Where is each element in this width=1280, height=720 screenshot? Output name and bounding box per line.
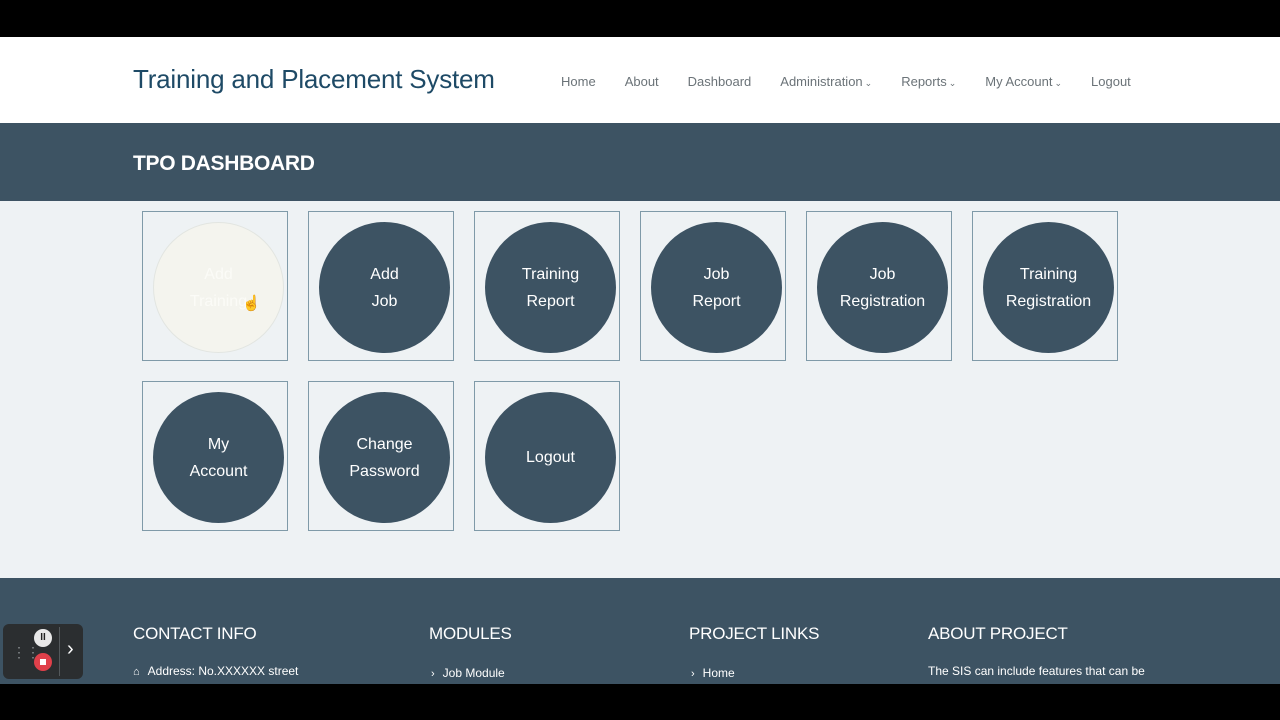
nav-reports-label: Reports: [901, 74, 947, 89]
tile-label-line: Account: [189, 462, 248, 480]
tile-label-line: Change: [356, 435, 413, 453]
hand-pointer-icon: ☝: [242, 295, 261, 312]
tile-label-line: Training: [189, 292, 248, 310]
footer-about-heading: ABOUT PROJECT: [928, 624, 1068, 643]
home-icon: ⌂: [133, 666, 140, 678]
footer-link-label: Home: [702, 666, 735, 680]
site-header: Training and Placement System Home About…: [0, 37, 1280, 124]
page-banner: TPO DASHBOARD: [0, 123, 1280, 201]
tile-job-registration[interactable]: Job Registration: [806, 211, 952, 361]
tile-label-line: Add: [204, 265, 233, 283]
tile-label-line: Job: [703, 265, 730, 283]
tile-label-line: Job: [869, 265, 896, 283]
logout-button[interactable]: Logout: [485, 392, 616, 523]
chevron-right-icon[interactable]: ›: [67, 638, 74, 661]
footer-modules: MODULES › Job Module: [429, 624, 512, 680]
training-report-button[interactable]: Training Report: [485, 222, 616, 353]
site-footer: CONTACT INFO ⌂ Address: No.XXXXXX street …: [0, 578, 1280, 684]
nav-my-account[interactable]: My Account ⌄: [985, 74, 1062, 89]
nav-logout-label: Logout: [1091, 74, 1131, 89]
change-password-button[interactable]: Change Password: [319, 392, 450, 523]
footer-links: PROJECT LINKS › Home: [689, 624, 819, 680]
site-title[interactable]: Training and Placement System: [133, 64, 495, 95]
chevron-right-icon: ›: [691, 668, 695, 680]
training-registration-button[interactable]: Training Registration: [983, 222, 1114, 353]
screen-recorder-widget: ⋮⋮ II ›: [3, 624, 83, 679]
footer-about: ABOUT PROJECT The SIS can include featur…: [928, 624, 1145, 678]
footer-link-job-module[interactable]: › Job Module: [429, 666, 512, 680]
tile-label-line: Logout: [526, 449, 575, 466]
tile-label-line: Report: [526, 292, 575, 310]
tile-label-line: Registration: [1005, 292, 1092, 310]
tile-label-line: Training: [1019, 265, 1078, 283]
nav-administration-label: Administration: [780, 74, 863, 89]
tile-job-report[interactable]: Job Report: [640, 211, 786, 361]
footer-contact: CONTACT INFO ⌂ Address: No.XXXXXX street: [133, 624, 298, 678]
add-training-button[interactable]: Add Training: [153, 222, 284, 353]
nav-logout[interactable]: Logout: [1091, 74, 1131, 89]
tile-training-report[interactable]: Training Report: [474, 211, 620, 361]
pause-icon[interactable]: II: [34, 629, 52, 647]
nav-administration[interactable]: Administration ⌄: [780, 74, 872, 89]
footer-links-heading: PROJECT LINKS: [689, 624, 820, 643]
tile-add-training[interactable]: Add Training: [142, 211, 288, 361]
footer-address: ⌂ Address: No.XXXXXX street: [133, 664, 298, 678]
footer-link-label: Job Module: [442, 666, 505, 680]
nav-about[interactable]: About: [625, 74, 659, 89]
footer-about-text: The SIS can include features that can be: [928, 664, 1145, 678]
browser-page: Training and Placement System Home About…: [0, 37, 1280, 684]
tile-logout[interactable]: Logout: [474, 381, 620, 531]
job-registration-button[interactable]: Job Registration: [817, 222, 948, 353]
footer-contact-heading: CONTACT INFO: [133, 624, 257, 643]
nav-home-label: Home: [561, 74, 596, 89]
tile-label-line: Training: [521, 265, 580, 283]
tile-label-line: Report: [692, 292, 741, 310]
nav-about-label: About: [624, 74, 659, 89]
footer-modules-heading: MODULES: [429, 624, 512, 643]
nav-my-account-label: My Account: [985, 74, 1053, 89]
chevron-down-icon: ⌄: [1054, 78, 1063, 88]
tile-change-password[interactable]: Change Password: [308, 381, 454, 531]
tile-my-account[interactable]: My Account: [142, 381, 288, 531]
job-report-button[interactable]: Job Report: [651, 222, 782, 353]
tile-label-line: My: [207, 435, 230, 453]
nav-reports[interactable]: Reports ⌄: [901, 74, 956, 89]
tile-label-line: Password: [349, 462, 420, 480]
divider: [59, 627, 60, 676]
tile-label-line: Registration: [839, 292, 926, 310]
stop-icon[interactable]: [34, 653, 52, 671]
nav-home[interactable]: Home: [561, 74, 596, 89]
nav-dashboard[interactable]: Dashboard: [688, 74, 752, 89]
tile-label-line: Add: [370, 265, 399, 283]
main-nav: Home About Dashboard Administration ⌄ Rep…: [561, 74, 1160, 89]
page-title: TPO DASHBOARD: [133, 152, 315, 175]
nav-dashboard-label: Dashboard: [687, 74, 752, 89]
chevron-down-icon: ⌄: [948, 78, 957, 88]
my-account-button[interactable]: My Account: [153, 392, 284, 523]
footer-address-text: Address: No.XXXXXX street: [147, 664, 299, 678]
tile-label-line: Job: [371, 292, 398, 310]
tile-training-registration[interactable]: Training Registration: [972, 211, 1118, 361]
add-job-button[interactable]: Add Job: [319, 222, 450, 353]
tile-add-job[interactable]: Add Job: [308, 211, 454, 361]
chevron-down-icon: ⌄: [864, 78, 873, 88]
footer-link-home[interactable]: › Home: [689, 666, 819, 680]
dashboard-grid: Add Training Add Job Training Report Job Rep…: [0, 201, 1280, 578]
chevron-right-icon: ›: [431, 668, 435, 680]
